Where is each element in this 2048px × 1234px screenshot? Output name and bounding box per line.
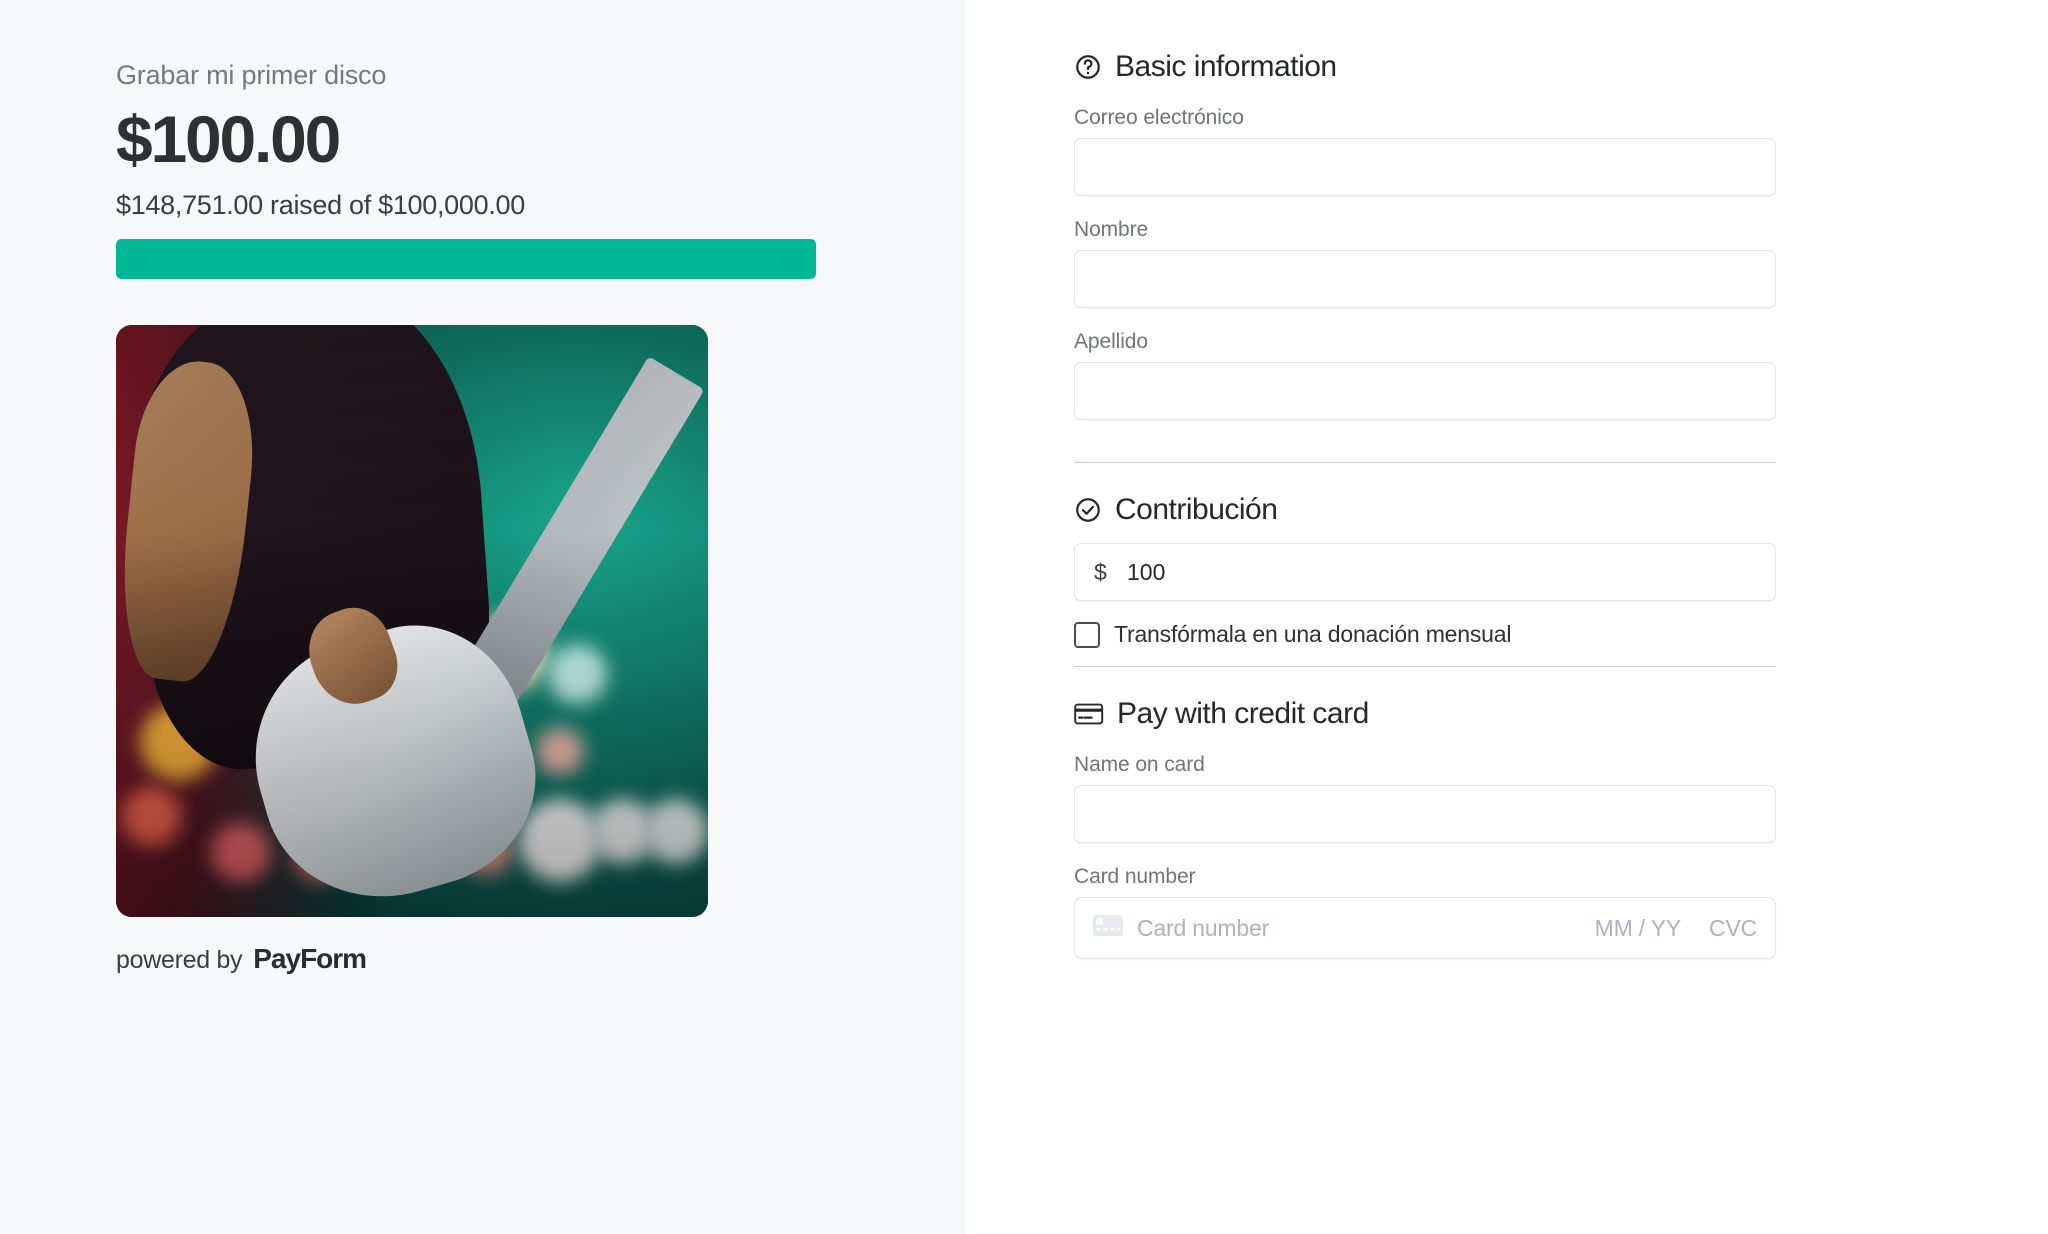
email-input[interactable] xyxy=(1074,138,1776,196)
basic-information-label: Basic information xyxy=(1115,50,1337,83)
first-name-input[interactable] xyxy=(1074,250,1776,308)
email-label: Correo electrónico xyxy=(1074,106,1244,129)
card-number-label: Card number xyxy=(1074,865,1196,888)
section-divider-contribution xyxy=(1074,666,1776,667)
campaign-title: Grabar mi primer disco xyxy=(116,60,387,90)
amount-display: $100.00 xyxy=(116,102,341,176)
powered-by-footer: powered by PayForm xyxy=(116,943,966,975)
monthly-donation-row[interactable]: Transfórmala en una donación mensual xyxy=(1074,621,1776,666)
payform-logo: PayForm xyxy=(253,943,367,975)
powered-by-label: powered by xyxy=(116,946,243,975)
section-divider-basic xyxy=(1074,462,1776,463)
monthly-donation-checkbox[interactable] xyxy=(1074,621,1100,648)
email-field-group: Correo electrónico xyxy=(1074,106,1776,196)
contribution-amount-group: $ xyxy=(1074,543,1776,601)
checkout-page: Grabar mi primer disco $100.00 $148,751.… xyxy=(0,0,2048,1234)
photo-vignette xyxy=(116,325,708,918)
contribution-heading: Contribución xyxy=(1074,493,1776,527)
contribution-label: Contribución xyxy=(1115,493,1278,526)
raised-of-goal-text: $148,751.00 raised of $100,000.00 xyxy=(116,190,525,221)
monthly-donation-label: Transfórmala en una donación mensual xyxy=(1114,621,1512,647)
credit-card-label: Pay with credit card xyxy=(1117,697,1369,730)
campaign-image xyxy=(116,325,708,918)
card-element[interactable]: Card number MM / YY CVC xyxy=(1074,897,1776,959)
progress-bar xyxy=(116,239,816,280)
campaign-summary-panel: Grabar mi primer disco $100.00 $148,751.… xyxy=(0,0,966,1234)
last-name-input[interactable] xyxy=(1074,362,1776,420)
card-cvc-placeholder[interactable]: CVC xyxy=(1709,915,1757,942)
last-name-label: Apellido xyxy=(1074,330,1148,353)
name-on-card-input[interactable] xyxy=(1074,785,1776,843)
card-expiry-placeholder[interactable]: MM / YY xyxy=(1595,915,1682,942)
basic-information-heading: Basic information xyxy=(1074,50,1776,84)
credit-card-icon xyxy=(1074,702,1104,726)
question-circle-icon xyxy=(1074,53,1102,81)
credit-card-heading: Pay with credit card xyxy=(1074,697,1776,731)
first-name-field-group: Nombre xyxy=(1074,218,1776,308)
name-on-card-label: Name on card xyxy=(1074,753,1205,776)
name-on-card-group: Name on card xyxy=(1074,753,1776,843)
last-name-field-group: Apellido xyxy=(1074,330,1776,420)
check-circle-icon xyxy=(1074,496,1102,524)
contribution-amount-input[interactable] xyxy=(1074,543,1776,601)
card-number-placeholder[interactable]: Card number xyxy=(1137,915,1581,942)
first-name-label: Nombre xyxy=(1074,218,1149,241)
checkout-form-panel: Basic information Correo electrónico Nom… xyxy=(966,0,2048,1234)
card-number-group: Card number Card number MM / YY CVC xyxy=(1074,865,1776,959)
progress-bar-fill xyxy=(116,239,816,280)
card-chip-icon xyxy=(1093,915,1123,941)
